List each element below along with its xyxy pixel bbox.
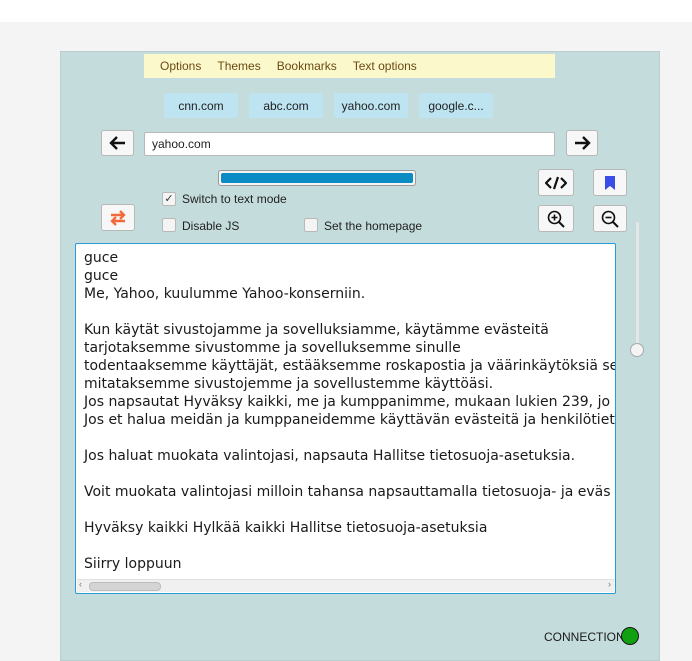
page-text-area[interactable]: guce guce Me, Yahoo, kuulumme Yahoo-kons… bbox=[75, 243, 616, 594]
zoom-slider-track[interactable] bbox=[636, 222, 639, 352]
url-input[interactable] bbox=[144, 132, 555, 156]
quick-link-google[interactable]: google.c... bbox=[419, 93, 493, 118]
menu-bar: Options Themes Bookmarks Text options bbox=[144, 54, 555, 78]
menu-bookmarks[interactable]: Bookmarks bbox=[277, 59, 337, 73]
quick-link-abc[interactable]: abc.com bbox=[249, 93, 323, 118]
back-button[interactable] bbox=[101, 130, 134, 156]
horizontal-scrollbar-thumb[interactable] bbox=[89, 582, 161, 591]
arrow-right-icon bbox=[575, 136, 591, 150]
loading-progress-bar bbox=[218, 170, 416, 186]
forward-button[interactable] bbox=[566, 130, 598, 156]
bookmark-button[interactable] bbox=[593, 169, 627, 196]
arrow-left-icon bbox=[108, 136, 125, 150]
zoom-slider-thumb[interactable] bbox=[630, 343, 644, 357]
disable-js-checkbox[interactable] bbox=[162, 218, 176, 232]
code-icon bbox=[545, 176, 567, 189]
connection-status-indicator bbox=[621, 627, 639, 645]
zoom-out-button[interactable] bbox=[593, 205, 627, 232]
scroll-left-icon[interactable]: ‹ bbox=[79, 579, 82, 589]
bookmark-icon bbox=[605, 175, 615, 190]
switch-mode-button[interactable] bbox=[101, 204, 135, 231]
zoom-in-icon bbox=[547, 210, 565, 228]
quick-link-cnn[interactable]: cnn.com bbox=[164, 93, 238, 118]
scroll-right-icon[interactable]: › bbox=[608, 579, 611, 589]
menu-text-options[interactable]: Text options bbox=[353, 59, 417, 73]
progress-fill bbox=[221, 173, 413, 183]
disable-js-label: Disable JS bbox=[182, 219, 240, 233]
page-text-content: guce guce Me, Yahoo, kuulumme Yahoo-kons… bbox=[84, 250, 615, 572]
connection-status-label: CONNECTION bbox=[544, 630, 625, 644]
horizontal-scrollbar[interactable]: ‹ › bbox=[77, 579, 614, 592]
text-mode-checkbox[interactable]: ✓ bbox=[162, 192, 176, 206]
swap-icon bbox=[110, 209, 126, 226]
zoom-in-button[interactable] bbox=[538, 205, 574, 232]
text-mode-label: Switch to text mode bbox=[182, 192, 287, 206]
homepage-checkbox[interactable] bbox=[304, 218, 318, 232]
homepage-label: Set the homepage bbox=[324, 219, 423, 233]
view-source-button[interactable] bbox=[538, 169, 574, 196]
menu-themes[interactable]: Themes bbox=[217, 59, 260, 73]
menu-options[interactable]: Options bbox=[160, 59, 201, 73]
zoom-out-icon bbox=[601, 210, 619, 228]
quick-link-yahoo[interactable]: yahoo.com bbox=[334, 93, 408, 118]
